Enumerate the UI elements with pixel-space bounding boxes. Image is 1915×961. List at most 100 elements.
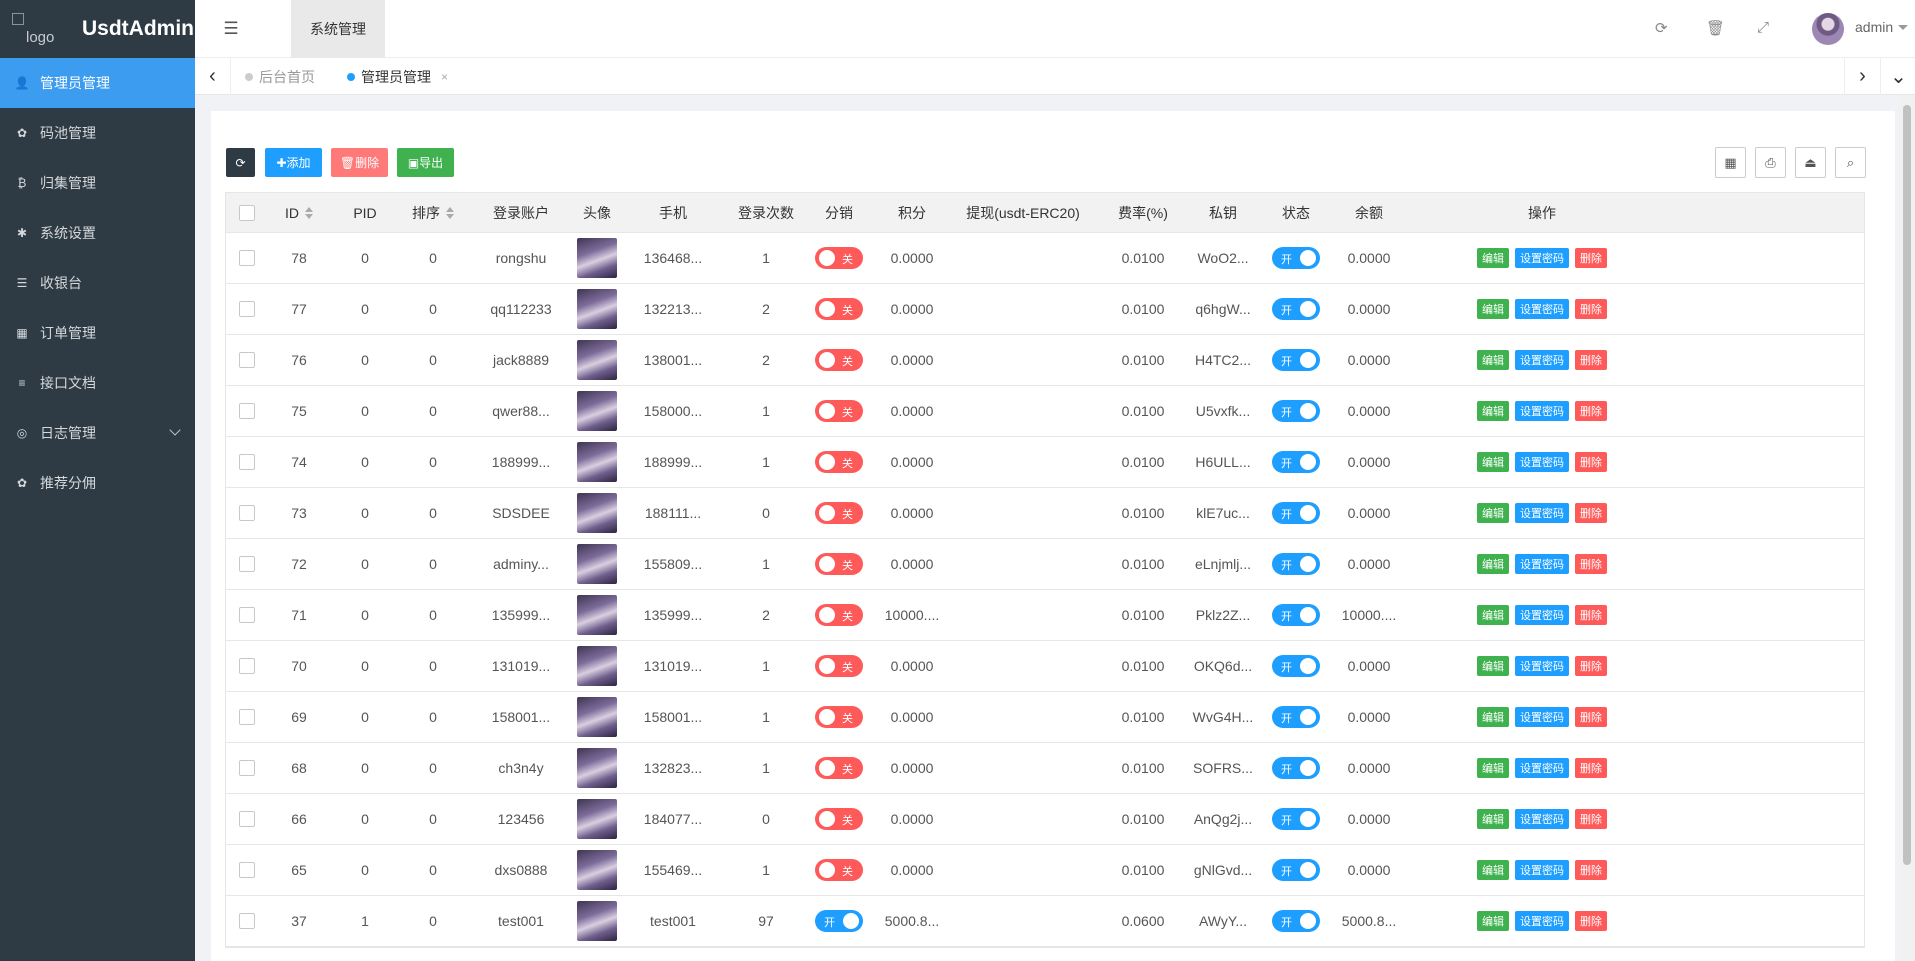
distribution-toggle[interactable]: 关 (815, 247, 863, 269)
edit-button[interactable]: 编辑 (1477, 503, 1509, 523)
trash-icon[interactable]: 🗑 (1706, 19, 1725, 37)
tab-more-icon[interactable]: ⌄ (1880, 58, 1915, 95)
cell-select[interactable] (226, 437, 268, 487)
distribution-toggle[interactable]: 关 (815, 808, 863, 830)
row-checkbox[interactable] (239, 811, 255, 827)
distribution-toggle[interactable]: 关 (815, 502, 863, 524)
export-icon[interactable]: ⏏ (1795, 147, 1826, 178)
set-password-button[interactable]: 设置密码 (1515, 605, 1569, 625)
table-row[interactable]: 76 0 0 jack8889 138001... 2 关 0.0000 0.0100 H4TC2… (226, 335, 1864, 386)
table-row[interactable]: 72 0 0 adminy... 155809... 1 关 0.0000 0.0100 eLnj… (226, 539, 1864, 590)
cell-select[interactable] (226, 335, 268, 385)
caret-down-icon[interactable] (1898, 25, 1908, 30)
edit-button[interactable]: 编辑 (1477, 707, 1509, 727)
sidebar-item[interactable]: ▦ 订单管理 (0, 308, 195, 358)
status-toggle[interactable]: 开 (1272, 247, 1320, 269)
edit-button[interactable]: 编辑 (1477, 452, 1509, 472)
delete-row-button[interactable]: 删除 (1575, 401, 1607, 421)
refresh-button[interactable]: ⟳ (226, 148, 255, 177)
delete-row-button[interactable]: 删除 (1575, 350, 1607, 370)
sidebar-item[interactable]: ₿ 归集管理 (0, 158, 195, 208)
edit-button[interactable]: 编辑 (1477, 809, 1509, 829)
set-password-button[interactable]: 设置密码 (1515, 911, 1569, 931)
tab-close-icon[interactable]: × (441, 70, 448, 84)
table-row[interactable]: 69 0 0 158001... 158001... 1 关 0.0000 0.0100 WvG4… (226, 692, 1864, 743)
row-checkbox[interactable] (239, 862, 255, 878)
set-password-button[interactable]: 设置密码 (1515, 350, 1569, 370)
set-password-button[interactable]: 设置密码 (1515, 401, 1569, 421)
edit-button[interactable]: 编辑 (1477, 605, 1509, 625)
delete-row-button[interactable]: 删除 (1575, 452, 1607, 472)
sidebar-item[interactable]: ✿ 码池管理 (0, 108, 195, 158)
set-password-button[interactable]: 设置密码 (1515, 860, 1569, 880)
edit-button[interactable]: 编辑 (1477, 350, 1509, 370)
row-checkbox[interactable] (239, 556, 255, 572)
status-toggle[interactable]: 开 (1272, 604, 1320, 626)
status-toggle[interactable]: 开 (1272, 400, 1320, 422)
status-toggle[interactable]: 开 (1272, 451, 1320, 473)
header-section-tab[interactable]: 系统管理 (291, 0, 385, 58)
sort-icon[interactable] (446, 206, 454, 219)
chevron-down-icon[interactable] (169, 424, 181, 436)
status-toggle[interactable]: 开 (1272, 706, 1320, 728)
row-checkbox[interactable] (239, 250, 255, 266)
distribution-toggle[interactable]: 关 (815, 757, 863, 779)
edit-button[interactable]: 编辑 (1477, 758, 1509, 778)
set-password-button[interactable]: 设置密码 (1515, 554, 1569, 574)
row-checkbox[interactable] (239, 658, 255, 674)
row-checkbox[interactable] (239, 204, 255, 221)
delete-row-button[interactable]: 删除 (1575, 605, 1607, 625)
row-checkbox[interactable] (239, 709, 255, 725)
edit-button[interactable]: 编辑 (1477, 401, 1509, 421)
row-checkbox[interactable] (239, 454, 255, 470)
status-toggle[interactable]: 开 (1272, 502, 1320, 524)
cell-select[interactable] (226, 488, 268, 538)
sidebar-item[interactable]: ◎ 日志管理 (0, 408, 195, 458)
distribution-toggle[interactable]: 关 (815, 349, 863, 371)
scrollbar-thumb[interactable] (1903, 105, 1911, 865)
delete-row-button[interactable]: 删除 (1575, 554, 1607, 574)
columns-icon[interactable]: ▦ (1715, 147, 1746, 178)
cell-select[interactable] (226, 590, 268, 640)
set-password-button[interactable]: 设置密码 (1515, 707, 1569, 727)
row-checkbox[interactable] (239, 607, 255, 623)
refresh-icon[interactable]: ⟳ (1655, 19, 1668, 37)
table-row[interactable]: 66 0 0 123456 184077... 0 关 0.0000 0.0100 AnQg2j.… (226, 794, 1864, 845)
status-toggle[interactable]: 开 (1272, 553, 1320, 575)
status-toggle[interactable]: 开 (1272, 808, 1320, 830)
tab-home[interactable]: 后台首页 (245, 58, 315, 95)
table-row[interactable]: 71 0 0 135999... 135999... 2 关 10000.... 0.0100 P… (226, 590, 1864, 641)
set-password-button[interactable]: 设置密码 (1515, 299, 1569, 319)
sidebar-item[interactable]: ✱ 系统设置 (0, 208, 195, 258)
row-checkbox[interactable] (239, 403, 255, 419)
vertical-scrollbar[interactable] (1899, 95, 1915, 961)
cell-select[interactable] (226, 692, 268, 742)
table-row[interactable]: 77 0 0 qq112233 132213... 2 关 0.0000 0.0100 q6hgW… (226, 284, 1864, 335)
delete-row-button[interactable]: 删除 (1575, 248, 1607, 268)
cell-select[interactable] (226, 641, 268, 691)
edit-button[interactable]: 编辑 (1477, 299, 1509, 319)
table-row[interactable]: 65 0 0 dxs0888 155469... 1 关 0.0000 0.0100 gNlGvd… (226, 845, 1864, 896)
export-button[interactable]: ▣导出 (397, 148, 454, 177)
sidebar-item[interactable]: ≡ 接口文档 (0, 358, 195, 408)
sort-icon[interactable] (305, 206, 313, 219)
row-checkbox[interactable] (239, 352, 255, 368)
delete-row-button[interactable]: 删除 (1575, 656, 1607, 676)
edit-button[interactable]: 编辑 (1477, 248, 1509, 268)
status-toggle[interactable]: 开 (1272, 859, 1320, 881)
edit-button[interactable]: 编辑 (1477, 860, 1509, 880)
cell-select[interactable] (226, 896, 268, 946)
distribution-toggle[interactable]: 关 (815, 400, 863, 422)
row-checkbox[interactable] (239, 301, 255, 317)
add-button[interactable]: ✚添加 (265, 148, 322, 177)
status-toggle[interactable]: 开 (1272, 757, 1320, 779)
print-icon[interactable]: ⎙ (1755, 147, 1786, 178)
tab-prev-icon[interactable]: ‹ (195, 58, 231, 95)
table-row[interactable]: 70 0 0 131019... 131019... 1 关 0.0000 0.0100 OKQ6… (226, 641, 1864, 692)
edit-button[interactable]: 编辑 (1477, 911, 1509, 931)
distribution-toggle[interactable]: 开 (815, 910, 863, 932)
delete-row-button[interactable]: 删除 (1575, 758, 1607, 778)
set-password-button[interactable]: 设置密码 (1515, 248, 1569, 268)
cell-select[interactable] (226, 233, 268, 283)
set-password-button[interactable]: 设置密码 (1515, 452, 1569, 472)
